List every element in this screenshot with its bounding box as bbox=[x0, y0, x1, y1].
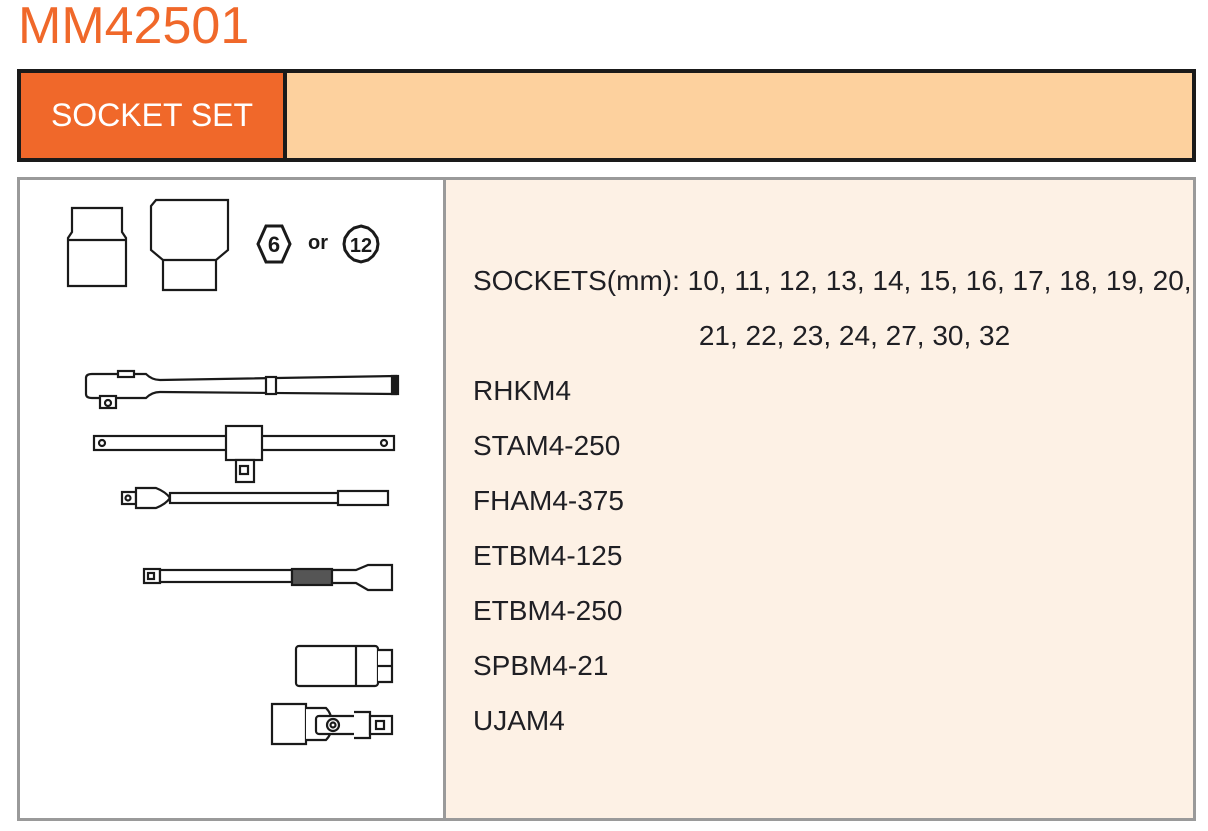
list-item: RHKM4 bbox=[473, 375, 572, 406]
large-socket-icon bbox=[149, 198, 230, 292]
twelve-point-label: 12 bbox=[350, 235, 372, 257]
small-socket-icon bbox=[66, 206, 128, 288]
list-item: STAM4-250 bbox=[473, 430, 621, 461]
sockets-sizes-line-2: 21, 22, 23, 24, 27, 30, 32 bbox=[698, 320, 1011, 351]
tool-illustrations: 6 or 12 bbox=[66, 198, 400, 746]
list-item: ETBM4-250 bbox=[473, 595, 623, 626]
category-label: SOCKET SET bbox=[21, 73, 287, 158]
sockets-sizes-line-1: SOCKETS(mm): 10, 11, 12, 13, 14, 15, 16,… bbox=[473, 265, 1192, 296]
sliding-t-bar-icon bbox=[92, 424, 396, 484]
universal-joint-icon bbox=[270, 702, 394, 746]
list-item: SPBM4-21 bbox=[473, 650, 609, 681]
contents-table: 6 or 12 SOCKETS(mm): 10, 11, 12, 13, 14,… bbox=[17, 177, 1196, 821]
ratchet-handle-icon bbox=[84, 369, 400, 410]
tool-illustrations-panel: 6 or 12 bbox=[20, 180, 446, 818]
list-item: UJAM4 bbox=[473, 705, 565, 736]
spark-plug-socket-icon bbox=[294, 644, 394, 688]
flex-handle-icon bbox=[120, 486, 390, 510]
extension-bar-icon bbox=[142, 563, 394, 592]
model-title: MM42501 bbox=[18, 0, 250, 55]
category-banner: SOCKET SET bbox=[17, 69, 1196, 162]
six-point-label: 6 bbox=[268, 232, 280, 257]
or-label: or bbox=[308, 232, 328, 254]
contents-list-panel: SOCKETS(mm): 10, 11, 12, 13, 14, 15, 16,… bbox=[446, 180, 1193, 818]
list-item: FHAM4-375 bbox=[473, 485, 624, 516]
list-item: ETBM4-125 bbox=[473, 540, 623, 571]
